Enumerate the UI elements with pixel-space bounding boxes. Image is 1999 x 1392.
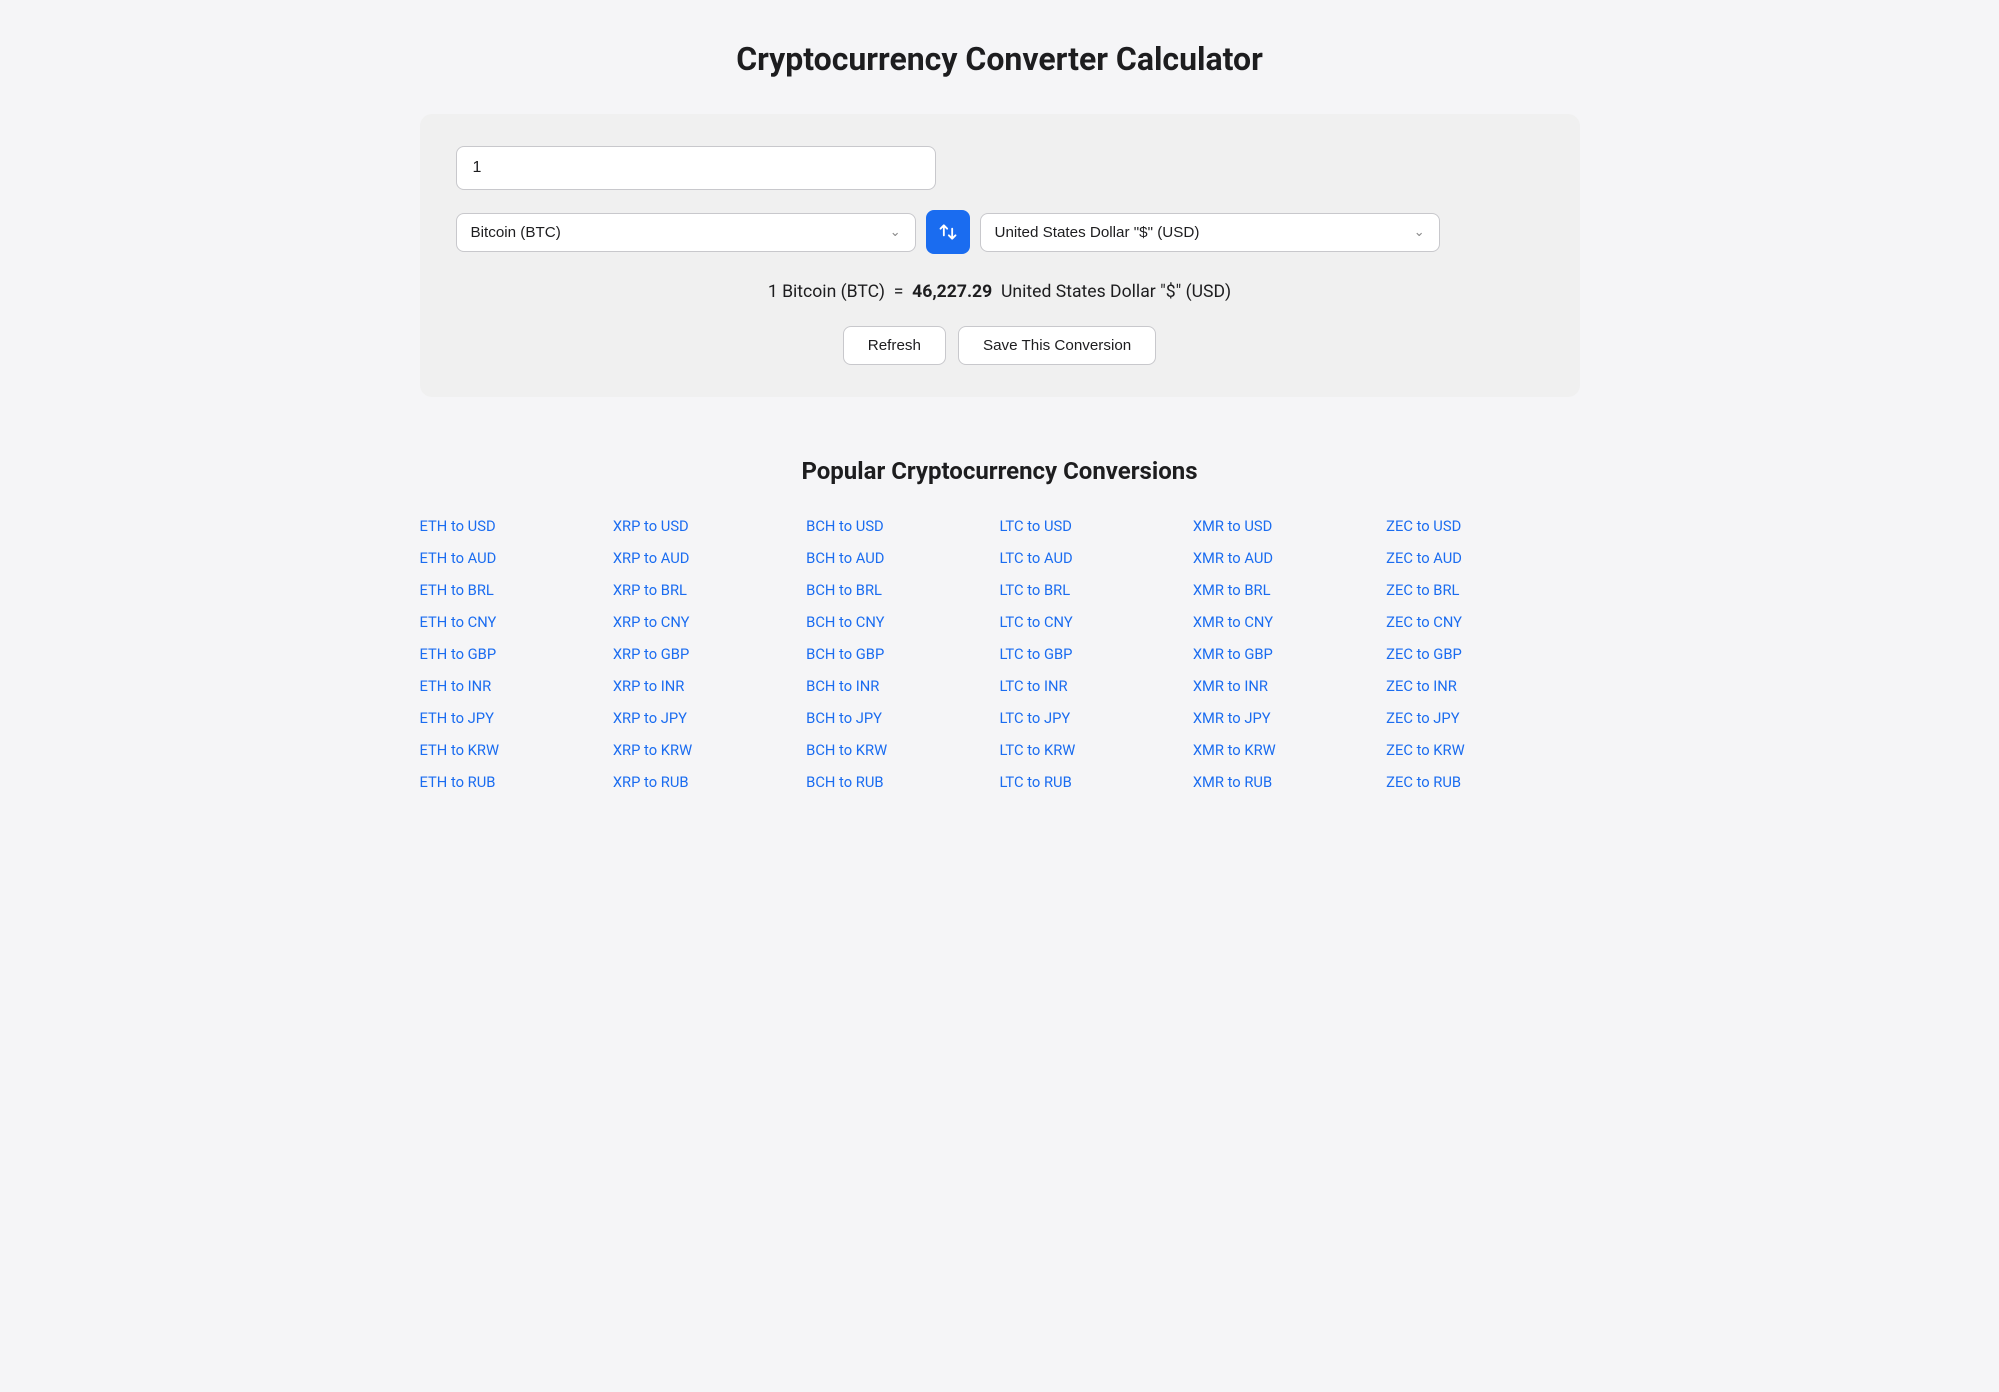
popular-title: Popular Cryptocurrency Conversions (420, 457, 1580, 485)
selectors-row: Bitcoin (BTC) ⌄ United States Dollar "$"… (456, 210, 1544, 254)
conversion-link[interactable]: ETH to AUD (420, 545, 613, 571)
conversion-link[interactable]: XMR to GBP (1193, 641, 1386, 667)
to-chevron-icon: ⌄ (1414, 225, 1425, 240)
conversion-link[interactable]: LTC to CNY (999, 609, 1192, 635)
conversion-link[interactable]: ETH to KRW (420, 737, 613, 763)
swap-button[interactable] (926, 210, 970, 254)
conversion-link[interactable]: LTC to GBP (999, 641, 1192, 667)
save-conversion-button[interactable]: Save This Conversion (958, 326, 1156, 365)
conversion-link[interactable]: XMR to INR (1193, 673, 1386, 699)
from-chevron-icon: ⌄ (890, 225, 901, 240)
refresh-button[interactable]: Refresh (843, 326, 946, 365)
conversion-link[interactable]: BCH to GBP (806, 641, 999, 667)
conversion-link[interactable]: XMR to RUB (1193, 769, 1386, 795)
conversion-link[interactable]: XMR to AUD (1193, 545, 1386, 571)
conversion-link[interactable]: XRP to AUD (613, 545, 806, 571)
conversion-link[interactable]: XRP to BRL (613, 577, 806, 603)
conversion-link[interactable]: ETH to BRL (420, 577, 613, 603)
conversion-link[interactable]: ZEC to BRL (1386, 577, 1579, 603)
conversion-link[interactable]: LTC to INR (999, 673, 1192, 699)
conversion-link[interactable]: ETH to JPY (420, 705, 613, 731)
conversion-link[interactable]: ETH to RUB (420, 769, 613, 795)
conversion-link[interactable]: XRP to INR (613, 673, 806, 699)
popular-section: Popular Cryptocurrency Conversions ETH t… (420, 457, 1580, 795)
result-equals: = (894, 282, 904, 302)
conversion-link[interactable]: ZEC to CNY (1386, 609, 1579, 635)
conversion-link[interactable]: ZEC to USD (1386, 513, 1579, 539)
conversion-link[interactable]: XRP to GBP (613, 641, 806, 667)
conversion-link[interactable]: XMR to USD (1193, 513, 1386, 539)
from-currency-wrapper: Bitcoin (BTC) ⌄ (456, 213, 916, 252)
amount-input[interactable] (456, 146, 936, 190)
conversion-link[interactable]: BCH to KRW (806, 737, 999, 763)
conversion-link[interactable]: XMR to CNY (1193, 609, 1386, 635)
result-currency-label: United States Dollar "$" (USD) (1001, 282, 1231, 302)
result-from-text: 1 Bitcoin (BTC) (768, 282, 885, 302)
converter-card: Bitcoin (BTC) ⌄ United States Dollar "$"… (420, 114, 1580, 397)
conversion-link[interactable]: ZEC to KRW (1386, 737, 1579, 763)
conversion-link[interactable]: XMR to KRW (1193, 737, 1386, 763)
actions-row: Refresh Save This Conversion (456, 326, 1544, 365)
conversion-link[interactable]: LTC to JPY (999, 705, 1192, 731)
conversion-link[interactable]: XMR to BRL (1193, 577, 1386, 603)
conversion-link[interactable]: ZEC to RUB (1386, 769, 1579, 795)
conversion-link[interactable]: XRP to RUB (613, 769, 806, 795)
result-row: 1 Bitcoin (BTC) = 46,227.29 United State… (456, 282, 1544, 302)
conversion-link[interactable]: BCH to CNY (806, 609, 999, 635)
conversion-link[interactable]: ZEC to INR (1386, 673, 1579, 699)
conversion-link[interactable]: LTC to KRW (999, 737, 1192, 763)
conversion-link[interactable]: ETH to USD (420, 513, 613, 539)
result-value: 46,227.29 (912, 282, 992, 302)
conversions-grid: ETH to USDXRP to USDBCH to USDLTC to USD… (420, 513, 1580, 795)
conversion-link[interactable]: ZEC to JPY (1386, 705, 1579, 731)
conversion-link[interactable]: BCH to BRL (806, 577, 999, 603)
swap-icon (938, 222, 958, 242)
conversion-link[interactable]: LTC to RUB (999, 769, 1192, 795)
conversion-link[interactable]: BCH to RUB (806, 769, 999, 795)
conversion-link[interactable]: BCH to USD (806, 513, 999, 539)
to-currency-select[interactable]: United States Dollar "$" (USD) (995, 224, 1414, 241)
conversion-link[interactable]: BCH to INR (806, 673, 999, 699)
conversion-link[interactable]: BCH to AUD (806, 545, 999, 571)
conversion-link[interactable]: XRP to KRW (613, 737, 806, 763)
conversion-link[interactable]: XRP to JPY (613, 705, 806, 731)
conversion-link[interactable]: XRP to CNY (613, 609, 806, 635)
conversion-link[interactable]: BCH to JPY (806, 705, 999, 731)
conversion-link[interactable]: LTC to USD (999, 513, 1192, 539)
conversion-link[interactable]: XRP to USD (613, 513, 806, 539)
conversion-link[interactable]: ZEC to GBP (1386, 641, 1579, 667)
from-currency-select[interactable]: Bitcoin (BTC) (471, 224, 890, 241)
conversion-link[interactable]: LTC to AUD (999, 545, 1192, 571)
conversion-link[interactable]: ETH to INR (420, 673, 613, 699)
conversion-link[interactable]: ETH to GBP (420, 641, 613, 667)
conversion-link[interactable]: ETH to CNY (420, 609, 613, 635)
conversion-link[interactable]: ZEC to AUD (1386, 545, 1579, 571)
to-currency-wrapper: United States Dollar "$" (USD) ⌄ (980, 213, 1440, 252)
page-title: Cryptocurrency Converter Calculator (60, 40, 1939, 78)
conversion-link[interactable]: XMR to JPY (1193, 705, 1386, 731)
conversion-link[interactable]: LTC to BRL (999, 577, 1192, 603)
